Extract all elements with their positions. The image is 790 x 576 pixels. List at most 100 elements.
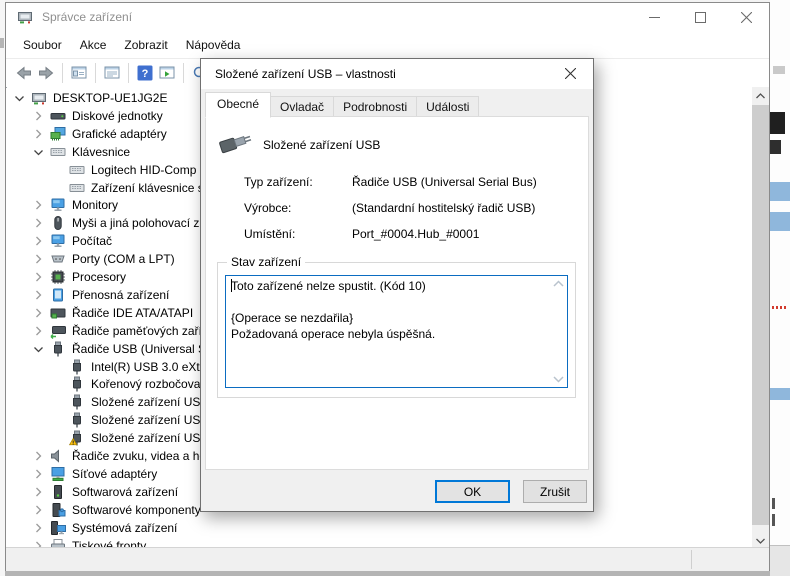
device-info-row: Umístění:Port_#0004.Hub_#0001 — [206, 223, 588, 249]
back-icon — [16, 65, 32, 81]
dialog-title: Složené zařízení USB – vlastnosti — [215, 59, 396, 89]
tree-item-label: Složené zařízení USB — [91, 395, 208, 409]
caption-buttons — [631, 3, 769, 32]
dialog-close-button[interactable] — [548, 59, 593, 88]
action-pane-button[interactable] — [156, 62, 178, 84]
chevron-collapsed-icon[interactable] — [30, 251, 48, 267]
tree-item-label: Složené zařízení USB — [91, 431, 208, 445]
scroll-down-icon[interactable] — [553, 376, 564, 383]
scroll-up-icon[interactable] — [553, 280, 564, 287]
tree-item-label: Diskové jednotky — [72, 109, 163, 123]
back-button[interactable] — [13, 62, 35, 84]
tree-item-label: Kořenový rozbočova — [91, 377, 200, 391]
background-fragment — [770, 112, 785, 134]
scrollbar-up-icon[interactable] — [752, 87, 769, 104]
device-status-text-box[interactable]: Toto zařízené nelze spustit. (Kód 10) {O… — [225, 275, 568, 388]
chevron-collapsed-icon[interactable] — [30, 215, 48, 231]
chevron-collapsed-icon[interactable] — [30, 287, 48, 303]
tree-scrollbar[interactable] — [752, 87, 769, 549]
tree-item-label: Intel(R) USB 3.0 eXte — [91, 360, 206, 374]
tree-item-label: Myši a jiná polohovací z — [72, 216, 199, 230]
network-icon — [50, 466, 66, 482]
usb-icon — [69, 412, 85, 428]
device-info-row: Typ zařízení:Řadiče USB (Universal Seria… — [206, 171, 588, 197]
ide-icon — [50, 305, 66, 321]
screen: Správce zařízení SouborAkceZobrazitNápov… — [0, 0, 790, 576]
display-icon — [50, 126, 66, 142]
chevron-collapsed-icon[interactable] — [30, 484, 48, 500]
chevron-collapsed-icon[interactable] — [30, 108, 48, 124]
minimize-button[interactable] — [631, 3, 677, 32]
background-fragment — [772, 514, 775, 526]
tree-item-label: Řadiče USB (Universal Se — [72, 342, 213, 356]
background-fragment — [772, 498, 775, 509]
toolbar-separator — [128, 63, 129, 83]
status-strip-divider — [691, 550, 692, 569]
portable-icon — [50, 287, 66, 303]
background-fragment — [770, 545, 790, 576]
computer-icon — [31, 90, 47, 106]
keyboard-icon — [69, 162, 85, 178]
tree-item-label: Porty (COM a LPT) — [72, 252, 175, 266]
status-strip — [6, 547, 769, 571]
device-name: Složené zařízení USB — [263, 138, 380, 152]
chevron-expanded-icon[interactable] — [11, 90, 29, 106]
menu-zobrazit[interactable]: Zobrazit — [115, 35, 176, 55]
menu-akce[interactable]: Akce — [71, 35, 116, 55]
menu-soubor[interactable]: Soubor — [14, 35, 71, 55]
tree-item-label: Přenosná zařízení — [72, 288, 169, 302]
chevron-collapsed-icon[interactable] — [30, 323, 48, 339]
tree-item-label: Softwarová zařízení — [72, 485, 178, 499]
device-info-fields: Typ zařízení:Řadiče USB (Universal Seria… — [206, 171, 588, 249]
chevron-collapsed-icon[interactable] — [30, 502, 48, 518]
cancel-button[interactable]: Zrušit — [523, 480, 587, 503]
scrollbar-thumb[interactable] — [752, 105, 769, 525]
storage-icon — [50, 323, 66, 339]
chevron-spacer — [49, 162, 67, 178]
tree-item-label: Řadiče zvuku, videa a he — [72, 449, 206, 463]
chevron-collapsed-icon[interactable] — [30, 197, 48, 213]
close-button[interactable] — [723, 3, 769, 32]
selection-highlight-fragment — [770, 388, 790, 400]
tree-item-label: Zařízení klávesnice s — [91, 181, 204, 195]
usb-icon — [69, 394, 85, 410]
chevron-expanded-icon[interactable] — [30, 341, 48, 357]
background-fragment — [0, 38, 4, 48]
tree-item-label: Počítač — [72, 234, 112, 248]
usb-icon — [69, 359, 85, 375]
keyboard-icon — [69, 180, 85, 196]
tree-item[interactable]: Systémová zařízení — [7, 519, 752, 537]
chevron-collapsed-icon[interactable] — [30, 233, 48, 249]
tree-item-label: Řadiče paměťových zaří — [72, 324, 202, 338]
help-button[interactable]: ? — [134, 62, 156, 84]
chevron-expanded-icon[interactable] — [30, 144, 48, 160]
chevron-collapsed-icon[interactable] — [30, 520, 48, 536]
chevron-collapsed-icon[interactable] — [30, 448, 48, 464]
forward-button[interactable] — [35, 62, 57, 84]
tree-item-label: Logitech HID-Comp — [91, 163, 196, 177]
menu-napoveda[interactable]: Nápověda — [177, 35, 250, 55]
field-value: (Standardní hostitelský řadič USB) — [352, 201, 535, 215]
properties-icon — [104, 65, 120, 81]
device-status-group: Stav zařízení Toto zařízené nelze spusti… — [217, 262, 576, 398]
dialog-footer: OK Zrušit — [201, 471, 593, 511]
system-icon — [50, 520, 66, 536]
ok-button[interactable]: OK — [435, 480, 510, 503]
tab-obecne[interactable]: Obecné — [205, 92, 271, 118]
tree-item-label: Softwarové komponenty — [72, 503, 201, 517]
port-icon — [50, 251, 66, 267]
properties-button[interactable] — [101, 62, 123, 84]
selection-highlight-fragment — [770, 212, 790, 231]
chevron-collapsed-icon[interactable] — [30, 466, 48, 482]
chevron-collapsed-icon[interactable] — [30, 305, 48, 321]
sound-icon — [50, 448, 66, 464]
tree-item-label: Grafické adaptéry — [72, 127, 167, 141]
tree-item-label: Řadiče IDE ATA/ATAPI — [72, 306, 193, 320]
console-tree-icon — [71, 65, 87, 81]
field-value: Port_#0004.Hub_#0001 — [352, 227, 479, 241]
background-fragment — [773, 66, 785, 74]
chevron-collapsed-icon[interactable] — [30, 126, 48, 142]
console-tree-button[interactable] — [68, 62, 90, 84]
maximize-button[interactable] — [677, 3, 723, 32]
chevron-collapsed-icon[interactable] — [30, 269, 48, 285]
